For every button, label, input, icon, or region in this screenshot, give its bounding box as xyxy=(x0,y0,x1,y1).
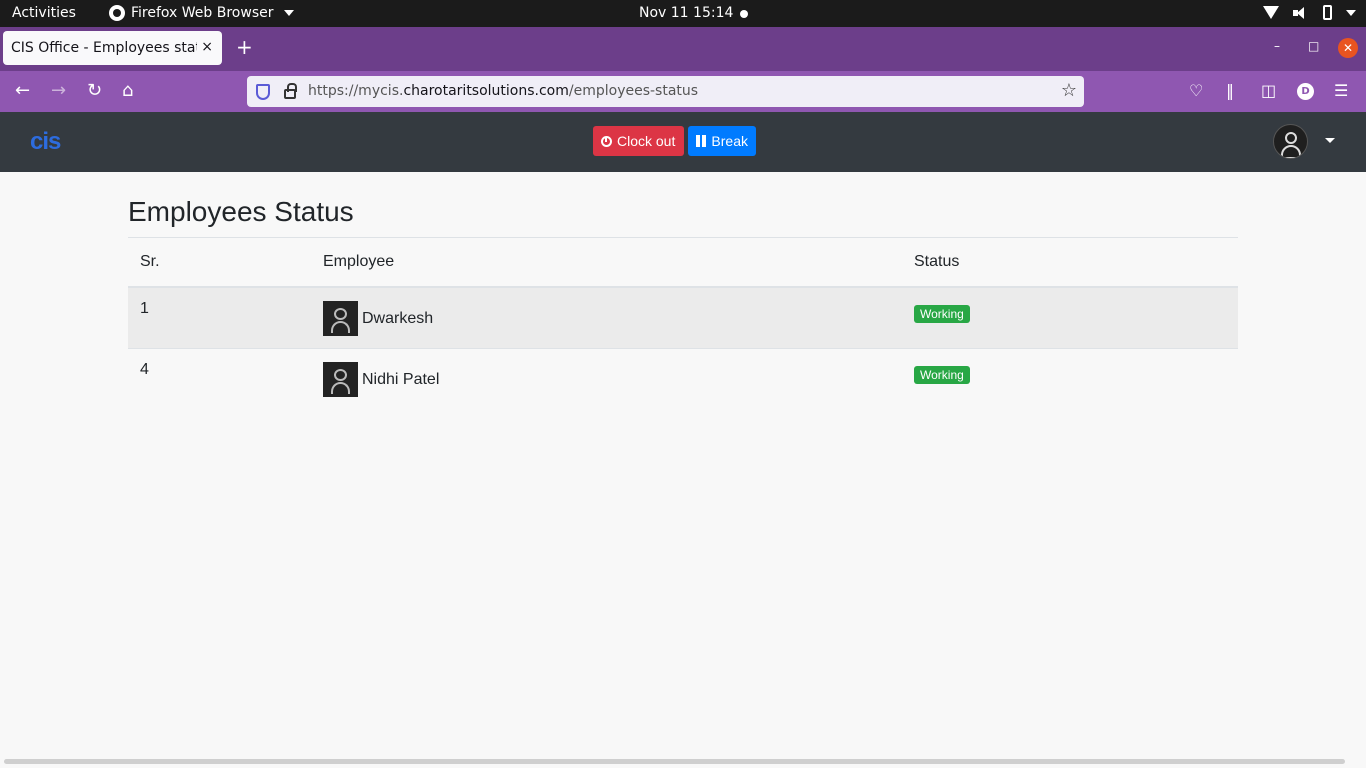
firefox-icon xyxy=(109,5,125,21)
volume-icon xyxy=(1293,6,1309,20)
table-row: 1 Dwarkesh Working xyxy=(128,287,1238,349)
minimize-icon[interactable]: – xyxy=(1274,39,1280,53)
employee-avatar-icon xyxy=(323,301,358,336)
clock-out-button[interactable]: Clock out xyxy=(593,126,684,156)
employee-cell: Dwarkesh xyxy=(311,287,902,349)
reload-icon[interactable]: ↻ xyxy=(87,81,102,101)
tab-title: CIS Office - Employees status xyxy=(11,40,197,56)
wifi-icon xyxy=(1263,6,1279,19)
maximize-icon[interactable]: □ xyxy=(1308,39,1319,53)
main-content: Employees Status Sr. Employee Status 1 D… xyxy=(128,172,1238,409)
user-icon xyxy=(1285,132,1297,144)
status-cell: Working xyxy=(902,287,1238,349)
system-top-bar: Activities Firefox Web Browser Nov 11 15… xyxy=(0,0,1366,27)
new-tab-button[interactable]: + xyxy=(236,37,253,57)
employee-name: Nidhi Patel xyxy=(362,370,440,388)
hamburger-menu-icon[interactable]: ☰ xyxy=(1334,81,1348,101)
table-row: 4 Nidhi Patel Working xyxy=(128,349,1238,410)
window-close-icon[interactable]: ✕ xyxy=(1338,38,1358,58)
library-icon[interactable]: ‖ xyxy=(1226,81,1234,101)
chevron-down-icon xyxy=(1346,9,1356,16)
sr-cell: 4 xyxy=(140,361,149,378)
status-cell: Working xyxy=(902,349,1238,410)
clock-icon xyxy=(601,135,612,147)
break-button[interactable]: Break xyxy=(688,126,756,156)
app-menu-label: Firefox Web Browser xyxy=(131,5,274,21)
employees-table: Sr. Employee Status 1 Dwarkesh Working 4… xyxy=(128,238,1238,409)
tracking-shield-icon[interactable] xyxy=(256,84,270,100)
column-header-status: Status xyxy=(902,238,1238,288)
url-text[interactable]: https://mycis.charotaritsolutions.com/em… xyxy=(308,83,698,99)
lock-icon[interactable] xyxy=(284,83,297,99)
employee-cell: Nidhi Patel xyxy=(311,349,902,410)
app-header: cis Clock out Break xyxy=(0,112,1366,172)
status-badge: Working xyxy=(914,305,970,323)
home-icon[interactable]: ⌂ xyxy=(122,81,133,101)
bookmark-star-icon[interactable]: ☆ xyxy=(1061,80,1077,101)
horizontal-scrollbar[interactable] xyxy=(4,759,1345,764)
clock-out-label: Clock out xyxy=(617,133,676,149)
status-badge: Working xyxy=(914,366,970,384)
sidebar-icon[interactable]: ◫ xyxy=(1261,81,1276,101)
chevron-down-icon xyxy=(283,10,294,16)
pause-icon xyxy=(696,135,707,147)
column-header-employee: Employee xyxy=(311,238,902,288)
close-tab-icon[interactable]: × xyxy=(201,39,213,55)
column-header-sr: Sr. xyxy=(128,238,311,288)
activities-button[interactable]: Activities xyxy=(12,5,76,21)
app-menu[interactable]: Firefox Web Browser xyxy=(109,5,294,21)
forward-icon[interactable]: → xyxy=(51,81,66,101)
browser-tab[interactable]: CIS Office - Employees status × xyxy=(3,31,222,65)
page-title: Employees Status xyxy=(128,172,1238,238)
url-bar[interactable]: https://mycis.charotaritsolutions.com/em… xyxy=(247,76,1084,107)
system-clock[interactable]: Nov 11 15:14 xyxy=(639,5,733,21)
break-label: Break xyxy=(711,133,748,149)
notification-dot-icon xyxy=(740,10,748,18)
user-menu-chevron-down-icon[interactable] xyxy=(1325,138,1335,143)
system-tray[interactable] xyxy=(1263,5,1356,20)
user-avatar[interactable] xyxy=(1273,124,1308,159)
account-avatar[interactable]: D xyxy=(1297,83,1314,100)
employee-avatar-icon xyxy=(323,362,358,397)
pocket-icon[interactable]: ♡ xyxy=(1189,81,1203,101)
sr-cell: 1 xyxy=(128,287,311,349)
table-header-row: Sr. Employee Status xyxy=(128,238,1238,288)
back-icon[interactable]: ← xyxy=(15,81,30,101)
browser-nav-bar: ← → ↻ ⌂ https://mycis.charotaritsolution… xyxy=(0,71,1366,112)
battery-icon xyxy=(1323,5,1332,20)
cis-logo[interactable]: cis xyxy=(30,128,61,156)
employee-name: Dwarkesh xyxy=(362,309,434,327)
browser-tab-bar: CIS Office - Employees status × + – □ ✕ xyxy=(0,27,1366,71)
